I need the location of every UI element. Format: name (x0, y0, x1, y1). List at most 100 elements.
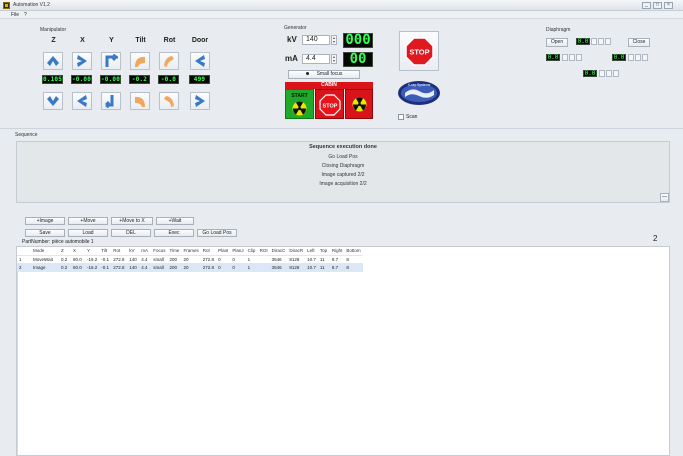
table-row[interactable]: 1 MoveWait 0.2 80.0 -16.2 -0.1 272.8 140 4.4 smal… (17, 255, 363, 264)
table-cell: 3546 (269, 263, 288, 272)
door-open-button[interactable] (190, 92, 210, 110)
z-down-button[interactable] (43, 92, 63, 110)
go-load-pos-button[interactable]: Go Load Pos (197, 229, 237, 237)
diaphragm-right-stepper-c[interactable] (642, 54, 648, 61)
column-header[interactable]: Y (85, 247, 100, 256)
minimize-button[interactable]: _ (642, 2, 651, 9)
menu-file[interactable]: File (11, 12, 19, 18)
save-button[interactable]: Save (25, 229, 65, 237)
kv-input[interactable]: 140 (302, 35, 330, 45)
table-cell (257, 263, 270, 272)
column-header[interactable]: Top (317, 247, 330, 256)
chevron-right-icon (195, 95, 205, 107)
table-cell: MoveWait (31, 255, 59, 264)
table-cell: 8.7 (329, 263, 345, 272)
x-right-button[interactable] (72, 52, 92, 70)
company-logo: X-ray Systems (397, 79, 441, 106)
column-header[interactable]: Mode (31, 247, 59, 256)
column-header[interactable]: Rot (111, 247, 128, 256)
add-image-button[interactable]: +Image (25, 217, 65, 225)
y-back-button[interactable] (101, 92, 121, 110)
sequence-collapse-button[interactable]: — (660, 193, 669, 202)
sequence-line: Closing Diaphragm (321, 163, 365, 169)
col-header-rot: Rot (163, 37, 176, 44)
delete-button[interactable]: DEL (111, 229, 151, 237)
column-header[interactable]: PlanJ (230, 247, 246, 256)
column-header[interactable]: Z (59, 247, 71, 256)
column-header[interactable]: X (71, 247, 85, 256)
column-header[interactable]: Frames (181, 247, 201, 256)
diaphragm-open-button[interactable]: Open (546, 38, 568, 47)
emergency-stop-button[interactable]: STOP (399, 31, 439, 71)
close-window-button[interactable]: × (664, 2, 673, 9)
x-left-button[interactable] (72, 92, 92, 110)
column-header[interactable]: Tilt (99, 247, 112, 256)
table-cell: small (151, 255, 168, 264)
column-header[interactable]: Focus (151, 247, 168, 256)
diaphragm-bottom-display: 0.0 (583, 70, 597, 77)
table-cell: 0 (216, 263, 231, 272)
diaphragm-top-stepper-b[interactable] (598, 38, 604, 45)
diaphragm-right-stepper-a[interactable] (628, 54, 634, 61)
diaphragm-bottom-stepper-c[interactable] (613, 70, 619, 77)
column-header[interactable]: Bottom (344, 247, 363, 256)
start-button[interactable]: START (285, 89, 314, 119)
ma-input[interactable]: 4.4 (302, 54, 330, 64)
add-move-to-x-button[interactable]: +Move to X (111, 217, 153, 225)
column-header[interactable]: Left (305, 247, 318, 256)
table-cell: 140 (127, 255, 140, 264)
table-cell: 0 (216, 255, 231, 264)
diaphragm-left-stepper-a[interactable] (562, 54, 568, 61)
column-header[interactable]: ROI (257, 247, 270, 256)
tilt-back-button[interactable] (130, 92, 150, 110)
column-header[interactable]: Clip (245, 247, 258, 256)
ma-stepper[interactable]: ▴ ▾ (331, 54, 337, 64)
cabin-stop-button[interactable]: STOP (315, 89, 344, 119)
sequence-table-panel: Mode Z X Y Tilt Rot kV mA Focus Time Frames Rot Plan… (16, 246, 670, 456)
table-row[interactable]: 2 Image 0.2 80.0 -16.2 -0.1 272.8 140 4.4 small 20… (17, 263, 363, 272)
y-forward-button[interactable] (101, 52, 121, 70)
menu-help[interactable]: ? (24, 12, 27, 18)
rot-forward-button[interactable] (159, 52, 179, 70)
tilt-forward-button[interactable] (130, 52, 150, 70)
scan-checkbox[interactable] (398, 114, 404, 120)
small-focus-button[interactable]: Small focus (288, 70, 360, 79)
col-header-y: Y (109, 37, 114, 44)
diaphragm-top-stepper-c[interactable] (605, 38, 611, 45)
diaphragm-bottom-stepper-b[interactable] (606, 70, 612, 77)
exec-button[interactable]: Exec (154, 229, 194, 237)
load-button[interactable]: Load (68, 229, 108, 237)
rot-back-button[interactable] (159, 92, 179, 110)
door-close-button[interactable] (190, 52, 210, 70)
diaphragm-left-stepper-b[interactable] (569, 54, 575, 61)
chevron-left-icon (195, 55, 205, 67)
table-cell: 20 (181, 255, 201, 264)
chevron-right-icon (77, 55, 87, 67)
diaphragm-close-button[interactable]: Close (628, 38, 650, 47)
table-cell: 4.4 (139, 263, 152, 272)
add-move-button[interactable]: +Move (68, 217, 108, 225)
kv-stepper[interactable]: ▴ ▾ (331, 35, 337, 45)
column-header[interactable]: PlanI (216, 247, 231, 256)
column-header[interactable]: kV (127, 247, 140, 256)
column-header[interactable]: DiracR (287, 247, 306, 256)
kv-display: 000 (343, 33, 373, 48)
diaphragm-top-stepper-a[interactable] (591, 38, 597, 45)
diaphragm-right-stepper-b[interactable] (635, 54, 641, 61)
table-cell: 1 (245, 263, 258, 272)
diaphragm-left-stepper-c[interactable] (576, 54, 582, 61)
column-header[interactable]: Time (167, 247, 182, 256)
column-header[interactable]: Right (329, 247, 345, 256)
table-cell: 272.8 (111, 255, 128, 264)
radiation-icon (292, 101, 307, 116)
column-header[interactable]: mA (139, 247, 152, 256)
radiation-icon (352, 97, 367, 112)
diaphragm-bottom-stepper-a[interactable] (599, 70, 605, 77)
column-header[interactable] (17, 247, 31, 256)
add-wait-button[interactable]: +Wait (156, 217, 194, 225)
column-header[interactable]: Rot (200, 247, 217, 256)
column-header[interactable]: DiracC (269, 247, 288, 256)
table-cell: 4.4 (139, 255, 152, 264)
z-up-button[interactable] (43, 52, 63, 70)
maximize-button[interactable]: □ (653, 2, 662, 9)
